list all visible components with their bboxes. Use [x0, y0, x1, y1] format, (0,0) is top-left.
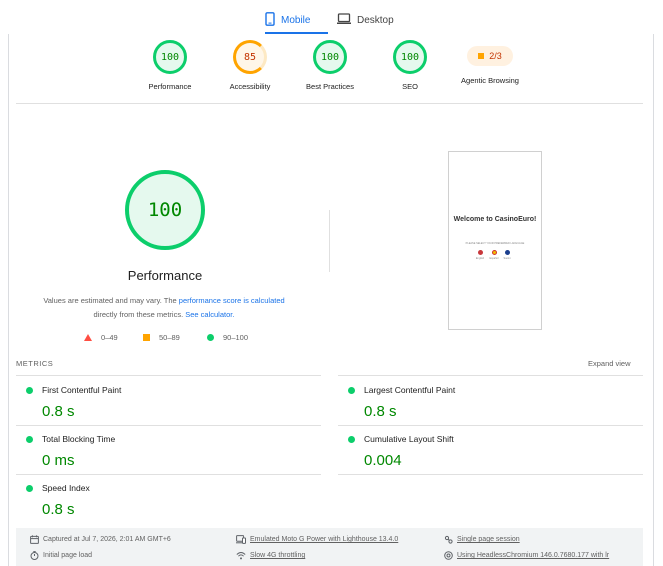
runtime-settings-footer: Captured at Jul 7, 2026, 2:01 AM GMT+6 E…: [16, 528, 643, 566]
metric-name: Cumulative Layout Shift: [364, 434, 454, 444]
screenshot-lang-1: English: [475, 257, 485, 260]
pass-circle-icon: [207, 334, 214, 341]
legend-fail-label: 0–49: [101, 333, 118, 342]
see-calculator-link[interactable]: See calculator.: [185, 310, 234, 319]
metric-value: 0.8 s: [364, 403, 397, 420]
footer-device[interactable]: Emulated Moto G Power with Lighthouse 13…: [236, 535, 398, 544]
gauge-seo-score: 100: [393, 40, 427, 74]
footer-captured: Captured at Jul 7, 2026, 2:01 AM GMT+6: [30, 535, 171, 544]
legend-average-label: 50–89: [159, 333, 180, 342]
tab-desktop[interactable]: Desktop: [337, 8, 394, 32]
screenshot-lang-3: Suomi: [503, 257, 511, 260]
metrics-heading: METRICS: [16, 359, 54, 368]
metric-divider: [338, 474, 643, 475]
session-text: Single page session: [457, 536, 520, 543]
desktop-icon: [337, 12, 351, 28]
gauge-best-practices-score: 100: [313, 40, 347, 74]
expand-view-toggle[interactable]: Expand view: [588, 359, 631, 368]
final-screenshot[interactable]: Welcome to CasinoEuro! PLEASE SELECT YOU…: [448, 151, 542, 330]
screenshot-lang-2: Español: [489, 257, 499, 260]
timer-icon: [30, 551, 39, 560]
browser-text: Using HeadlessChromium 146.0.7680.177 wi…: [457, 552, 610, 559]
wifi-icon: [236, 552, 246, 560]
metric-name: Largest Contentful Paint: [364, 385, 456, 395]
pass-circle-icon: [348, 436, 355, 443]
page-load-text: Initial page load: [43, 552, 93, 559]
pass-circle-icon: [26, 485, 33, 492]
legend-average: 50–89: [143, 333, 180, 342]
metric-name: Total Blocking Time: [42, 434, 116, 444]
legend-fail: 0–49: [84, 333, 118, 342]
metric-divider: [338, 425, 643, 426]
performance-title: Performance: [127, 268, 203, 283]
agentic-browsing-label: Agentic Browsing: [461, 76, 519, 85]
tab-mobile-label: Mobile: [281, 14, 311, 26]
report-frame-right-border: [653, 34, 654, 566]
legend-pass: 90–100: [207, 333, 248, 342]
device-icon: [236, 535, 246, 544]
gauge-agentic-browsing[interactable]: 2/3 Agentic Browsing: [440, 40, 540, 85]
legend-pass-label: 90–100: [223, 333, 249, 342]
tab-mobile[interactable]: Mobile: [265, 8, 310, 32]
pass-circle-icon: [348, 387, 355, 394]
throttling-text: Slow 4G throttling: [250, 552, 306, 559]
metric-value: 0.004: [364, 452, 402, 469]
agentic-browsing-count: 2/3: [489, 51, 502, 61]
performance-note-text-2: directly from these metrics.: [93, 310, 186, 319]
flag-es-icon: [492, 250, 497, 255]
average-square-icon: [143, 334, 150, 341]
screenshot-subtitle: PLEASE SELECT YOUR PREFERRED LANGUAGE: [465, 242, 525, 245]
gauge-accessibility-score: 85: [233, 40, 267, 74]
metric-name: Speed Index: [42, 483, 90, 493]
footer-session[interactable]: Single page session: [444, 535, 520, 544]
footer-throttling[interactable]: Slow 4G throttling: [236, 551, 305, 560]
performance-note: Values are estimated and may vary. The p…: [30, 294, 298, 322]
metric-value: 0.8 s: [42, 403, 75, 420]
metric-divider: [16, 375, 321, 376]
performance-score-link[interactable]: performance score is calculated: [179, 296, 285, 305]
report-frame-left-border: [8, 34, 9, 566]
captured-text: Captured at Jul 7, 2026, 2:01 AM GMT+6: [43, 536, 171, 543]
metric-divider: [338, 375, 643, 376]
screenshot-title: Welcome to CasinoEuro!: [453, 216, 537, 223]
active-tab-indicator: [265, 32, 328, 34]
flag-en-icon: [478, 250, 483, 255]
agentic-browsing-badge: 2/3: [467, 46, 513, 66]
fail-triangle-icon: [84, 334, 92, 341]
metric-divider: [16, 425, 321, 426]
performance-score-gauge: 100: [125, 170, 205, 250]
session-icon: [444, 535, 453, 544]
metric-value: 0 ms: [42, 452, 75, 469]
gauge-performance-score: 100: [153, 40, 187, 74]
device-text: Emulated Moto G Power with Lighthouse 13…: [250, 536, 399, 543]
flag-fi-icon: [505, 250, 510, 255]
vertical-separator: [329, 210, 330, 272]
performance-note-text: Values are estimated and may vary. The: [43, 296, 179, 305]
tab-desktop-label: Desktop: [357, 14, 394, 26]
average-square-icon: [478, 53, 485, 59]
calendar-icon: [30, 535, 39, 544]
pass-circle-icon: [26, 436, 33, 443]
mobile-icon: [265, 11, 275, 29]
chrome-icon: [444, 551, 453, 560]
footer-browser[interactable]: Using HeadlessChromium 146.0.7680.177 wi…: [444, 551, 609, 560]
pass-circle-icon: [26, 387, 33, 394]
gauges-divider: [16, 103, 643, 104]
metric-divider: [16, 474, 321, 475]
metric-value: 0.8 s: [42, 501, 75, 518]
footer-page-load: Initial page load: [30, 551, 92, 560]
metric-name: First Contentful Paint: [42, 385, 122, 395]
